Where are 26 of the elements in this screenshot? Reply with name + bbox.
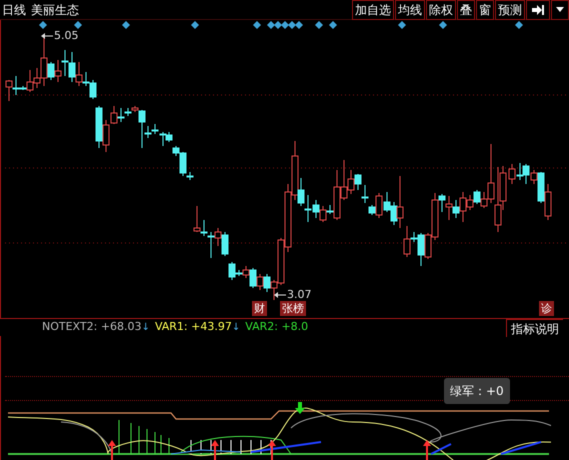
indicator-value: NOTEXT2: +68.03	[42, 319, 142, 336]
low-price-label: 3.07	[287, 289, 312, 300]
toolbar-button[interactable]	[526, 0, 550, 20]
event-marker[interactable]: 财	[252, 301, 267, 316]
help-button[interactable]: 指标说明	[506, 318, 563, 336]
event-marker[interactable]: 张榜	[280, 301, 306, 316]
trend-arrow: ↓	[142, 321, 150, 335]
arrow-left-icon	[41, 32, 53, 38]
indicator-value: VAR1: +43.97	[154, 319, 232, 336]
toolbar-button[interactable]: 除权	[426, 0, 456, 20]
toolbar-button[interactable]: 均线	[395, 0, 425, 20]
toolbar-button[interactable]: 加自选	[352, 0, 394, 20]
high-price-label: 5.05	[54, 30, 78, 41]
stock-name: 美丽生态	[30, 2, 79, 18]
tooltip: 绿军：+0	[444, 378, 510, 404]
arrow-left-icon	[274, 292, 286, 298]
indicator-value: VAR2: +8.0	[245, 319, 308, 336]
trend-arrow: ↓	[232, 321, 240, 335]
dropdown-button[interactable]	[551, 0, 569, 20]
toolbar-button[interactable]: 叠	[457, 0, 475, 20]
event-marker[interactable]: 诊	[539, 301, 554, 316]
skip-to-end-icon	[531, 4, 545, 16]
caret-icon	[556, 7, 564, 12]
period-label[interactable]: 日线	[0, 0, 26, 18]
toolbar-button[interactable]: 窗	[476, 0, 494, 20]
toolbar-button[interactable]: 预测	[495, 0, 525, 20]
